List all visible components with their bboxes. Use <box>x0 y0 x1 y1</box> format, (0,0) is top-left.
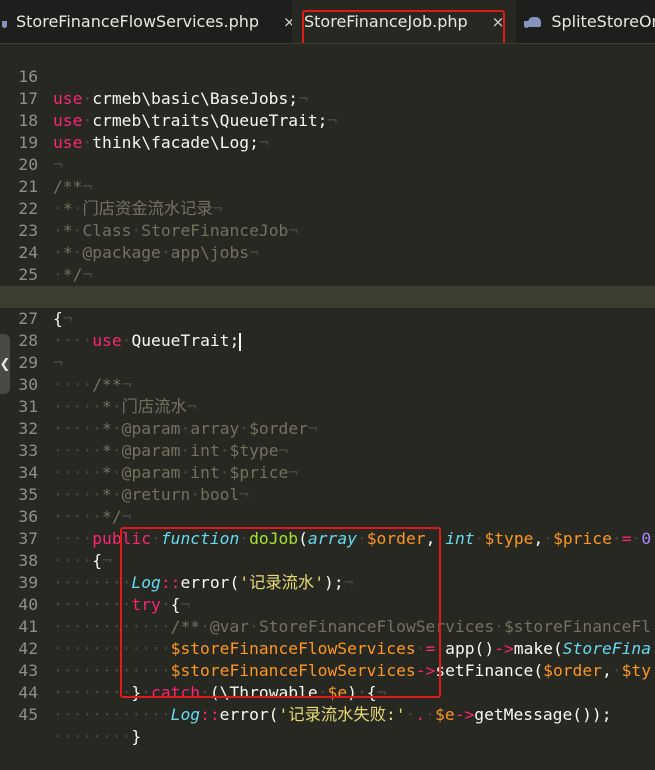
code-line: 23 ·*·@package·app\jobs¬ <box>0 198 655 262</box>
code-text: ············Log::error('记录流水失败:'·.·$e->g… <box>53 705 612 724</box>
tab-label: StoreFinanceFlowServices.php <box>16 12 260 31</box>
code-text: ········} <box>53 727 142 746</box>
code-line-current: 27 ····use·QueueTrait; <box>0 286 655 351</box>
code-line: 21 ·*·门店资金流水记录¬ <box>0 154 655 218</box>
code-line: 22 ·*·Class·StoreFinanceJob¬ <box>0 176 655 240</box>
line-number: 45 <box>18 705 38 724</box>
code-line: 34 ·····*·@return·bool¬ <box>0 440 655 504</box>
annotation-box-code <box>120 527 441 698</box>
code-editor[interactable]: 16 use·crmeb\basic\BaseJobs;¬ 17 use·crm… <box>0 44 655 746</box>
tab-bar: StoreFinanceFlowServices.php × StoreFina… <box>0 0 655 44</box>
code-line: 24 ·*/¬ <box>0 220 655 284</box>
code-line: 35 ·····*/¬ <box>0 462 655 526</box>
tab-splite-store-order[interactable]: SpliteStoreOrd <box>523 0 655 43</box>
chevron-left-icon[interactable]: ❮ <box>0 334 10 394</box>
code-line: 20 /**¬ <box>0 132 655 196</box>
code-line: 25 class·StoreFinanceJob·extends·BaseJob… <box>0 242 655 306</box>
code-line: 18 use·think\facade\Log;¬ <box>0 88 655 152</box>
code-line: 19 ¬ <box>0 110 655 174</box>
code-line: 26 {¬ <box>0 264 655 328</box>
annotation-box-tab <box>302 10 505 43</box>
code-line: 16 use·crmeb\basic\BaseJobs;¬ <box>0 44 655 108</box>
code-line: 32 ·····*·@param·int·$type¬ <box>0 396 655 460</box>
code-line: 30 ·····*·门店流水¬ <box>0 352 655 416</box>
code-line: 37 ····{¬ <box>0 506 655 570</box>
code-line: 29 ····/**¬ <box>0 330 655 394</box>
tab-store-finance-flow-services[interactable]: StoreFinanceFlowServices.php × <box>2 0 296 43</box>
php-elephant-icon <box>523 16 542 28</box>
code-line: 36 ····public·function·doJob(array·$orde… <box>0 484 655 548</box>
code-line: 28 ¬ <box>0 308 655 372</box>
tab-label: SpliteStoreOrd <box>551 12 655 31</box>
code-line: 33 ·····*·@param·int·$price¬ <box>0 418 655 482</box>
code-line: 17 use·crmeb\traits\QueueTrait;¬ <box>0 66 655 130</box>
code-line: 31 ·····*·@param·array·$order¬ <box>0 374 655 438</box>
